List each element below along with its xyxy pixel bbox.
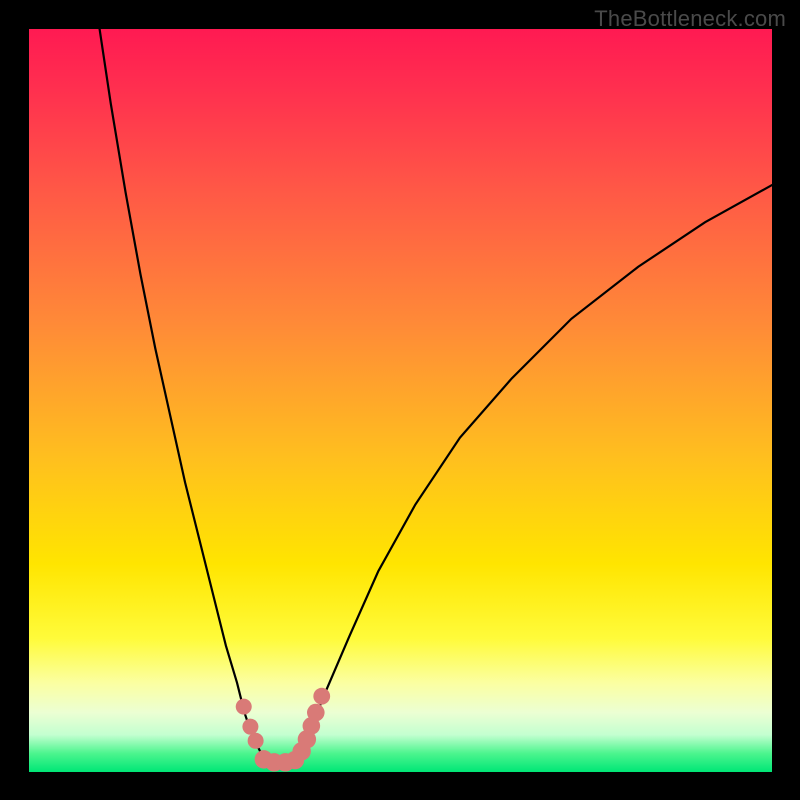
plot-area xyxy=(29,29,772,772)
highlight-dot xyxy=(248,733,264,749)
bottleneck-curve xyxy=(100,29,772,762)
highlight-dot xyxy=(313,688,330,705)
curve-group xyxy=(100,29,772,762)
watermark-text: TheBottleneck.com xyxy=(594,6,786,32)
chart-frame: TheBottleneck.com xyxy=(0,0,800,800)
highlight-dot xyxy=(242,719,258,735)
chart-svg xyxy=(29,29,772,772)
dot-group xyxy=(236,688,330,772)
highlight-dot xyxy=(307,704,325,722)
highlight-dot xyxy=(236,699,252,715)
